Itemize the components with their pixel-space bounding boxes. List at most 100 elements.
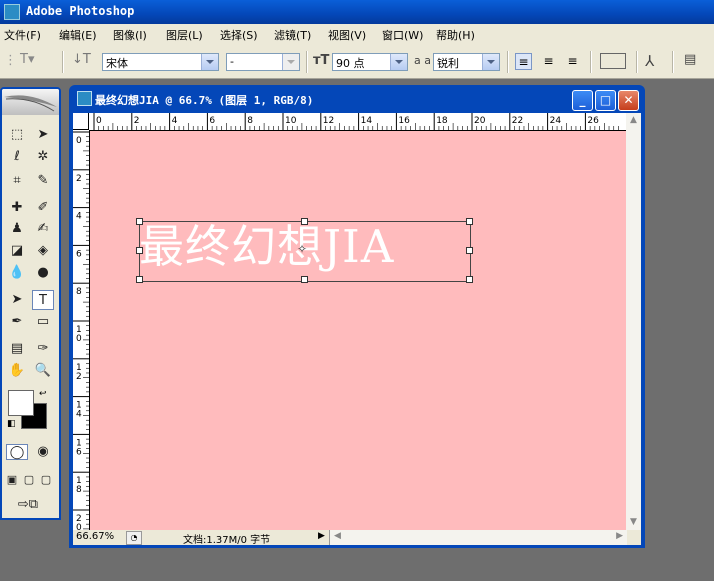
transform-handle[interactable] [466, 276, 473, 283]
align-left-icon[interactable]: ≡ [515, 53, 532, 70]
standard-screen-mode-icon[interactable]: ▣ [4, 470, 20, 490]
transform-handle[interactable] [136, 218, 143, 225]
chevron-down-icon [201, 54, 218, 70]
menu-image[interactable]: 图像(I) [113, 27, 147, 43]
separator [507, 51, 509, 73]
font-family-value: 宋体 [106, 57, 128, 70]
menu-select[interactable]: 选择(S) [220, 27, 258, 43]
ruler-tick-label: 2 [134, 116, 140, 126]
type-tool-icon[interactable]: T [32, 290, 54, 310]
align-center-icon[interactable]: ≡ [540, 53, 557, 70]
notes-tool-icon[interactable]: ▤ [6, 339, 28, 359]
magic-wand-tool-icon[interactable]: ✲ [32, 147, 54, 167]
transform-handle[interactable] [466, 218, 473, 225]
transform-handle[interactable] [301, 276, 308, 283]
transform-handle[interactable] [136, 276, 143, 283]
close-button[interactable]: ✕ [618, 90, 639, 111]
transform-handle[interactable] [466, 247, 473, 254]
maximize-button[interactable]: □ [595, 90, 616, 111]
scroll-down-icon[interactable]: ▼ [626, 515, 641, 530]
dodge-tool-icon[interactable]: ● [32, 263, 54, 283]
menu-layer[interactable]: 图层(L) [166, 27, 203, 43]
slice-tool-icon[interactable]: ✎ [32, 171, 54, 191]
rectangle-tool-icon[interactable]: ▭ [32, 312, 54, 332]
status-options-icon[interactable]: ◔ [126, 531, 142, 545]
antialias-value: 锐利 [437, 57, 459, 70]
healing-brush-tool-icon[interactable]: ✚ [6, 198, 28, 218]
clone-stamp-tool-icon[interactable]: ♟ [6, 219, 28, 239]
vertical-scrollbar[interactable]: ▲ ▼ [626, 113, 641, 530]
history-brush-tool-icon[interactable]: ✍ [32, 219, 54, 239]
toolbox-panel: ⬚ ➤ ℓ ✲ ⌗ ✎ ✚ ✐ ♟ ✍ ◪ ◈ 💧 ● ➤ T ✒ ▭ ▤ ✑ … [0, 87, 61, 520]
zoom-level-field[interactable]: 66.67% [76, 531, 114, 542]
crop-tool-icon[interactable]: ⌗ [6, 171, 28, 191]
full-screen-menu-mode-icon[interactable]: ▢ [21, 470, 37, 490]
menu-filter[interactable]: 滤镜(T) [274, 27, 311, 43]
transform-bounding-box[interactable]: ✧ [136, 218, 473, 283]
minimize-button[interactable]: _ [572, 90, 593, 111]
blur-tool-icon[interactable]: 💧 [6, 263, 28, 283]
palettes-icon[interactable]: ▤ [684, 52, 696, 67]
eyedropper-tool-icon[interactable]: ✑ [32, 339, 54, 359]
app-titlebar: Adobe Photoshop [0, 0, 714, 24]
options-bar: ⋮ T▾ ↓T 宋体 - тT 90 点 a a 锐利 ≡ ≡ ≡ ⅄ ▤ [0, 45, 714, 79]
move-tool-icon[interactable]: ➤ [32, 125, 54, 145]
menu-edit[interactable]: 编辑(E) [59, 27, 97, 43]
status-menu-arrow-icon[interactable]: ▶ [318, 531, 325, 541]
reference-point-icon[interactable]: ✧ [297, 242, 307, 256]
scroll-left-icon[interactable]: ◀ [334, 531, 341, 541]
align-right-icon[interactable]: ≡ [564, 53, 581, 70]
ruler-tick-label: 18 [436, 116, 448, 126]
separator [306, 51, 308, 73]
ruler-tick-label: 6 [76, 249, 82, 259]
text-color-swatch[interactable] [600, 53, 626, 69]
paint-bucket-tool-icon[interactable]: ◈ [32, 241, 54, 261]
transform-handle[interactable] [136, 247, 143, 254]
ruler-origin[interactable] [73, 113, 89, 130]
ruler-tick-label: 24 [550, 116, 562, 126]
menu-file[interactable]: 文件(F) [4, 27, 41, 43]
menu-view[interactable]: 视图(V) [328, 27, 366, 43]
vertical-ruler[interactable]: 02468101214161820 [73, 130, 90, 530]
font-size-value: 90 点 [336, 57, 365, 70]
font-style-select[interactable]: - [226, 53, 300, 71]
document-icon [77, 91, 92, 106]
jump-to-imageready-icon[interactable]: ⇨⧉ [8, 495, 48, 515]
marquee-tool-icon[interactable]: ⬚ [6, 125, 28, 145]
standard-mode-icon[interactable]: ◯ [6, 444, 28, 460]
scroll-up-icon[interactable]: ▲ [626, 113, 641, 128]
quick-mask-mode-icon[interactable]: ◉ [32, 444, 54, 460]
canvas[interactable]: 最终幻想JIA ✧ [90, 131, 626, 530]
hand-tool-icon[interactable]: ✋ [6, 361, 28, 381]
antialias-select[interactable]: 锐利 [433, 53, 500, 71]
horizontal-ruler[interactable]: 0 2 4 6 8 10 12 14 16 18 20 22 24 26 [89, 113, 626, 131]
eraser-tool-icon[interactable]: ◪ [6, 241, 28, 261]
horizontal-scrollbar[interactable]: ◀ ▶ [329, 530, 627, 545]
font-size-select[interactable]: 90 点 [332, 53, 408, 71]
ruler-tick-label: 16 [398, 116, 410, 126]
scroll-right-icon[interactable]: ▶ [616, 531, 623, 541]
swap-colors-icon[interactable]: ↩ [39, 389, 47, 399]
chevron-down-icon [482, 54, 499, 70]
text-orientation-icon[interactable]: ↓T [72, 52, 91, 67]
transform-handle[interactable] [301, 218, 308, 225]
menu-window[interactable]: 窗口(W) [382, 27, 423, 43]
ruler-tick-label: 2 [76, 174, 82, 184]
path-selection-tool-icon[interactable]: ➤ [6, 290, 28, 310]
default-colors-icon[interactable]: ◧ [7, 419, 16, 429]
ruler-tick-label: 8 [76, 287, 82, 297]
zoom-tool-icon[interactable]: 🔍 [32, 361, 54, 381]
ruler-tick-label: 14 [361, 116, 373, 126]
brush-tool-icon[interactable]: ✐ [32, 198, 54, 218]
warp-text-icon[interactable]: ⅄ [645, 52, 654, 70]
antialias-icon: a a [414, 54, 431, 67]
feather-logo-icon [2, 89, 59, 115]
font-family-select[interactable]: 宋体 [102, 53, 219, 71]
full-screen-mode-icon[interactable]: ▢ [38, 470, 54, 490]
pen-tool-icon[interactable]: ✒ [6, 312, 28, 332]
lasso-tool-icon[interactable]: ℓ [6, 147, 28, 167]
type-tool-preset-icon[interactable]: T▾ [20, 52, 34, 67]
separator [62, 51, 64, 73]
foreground-color-swatch[interactable] [8, 390, 34, 416]
menu-help[interactable]: 帮助(H) [436, 27, 475, 43]
